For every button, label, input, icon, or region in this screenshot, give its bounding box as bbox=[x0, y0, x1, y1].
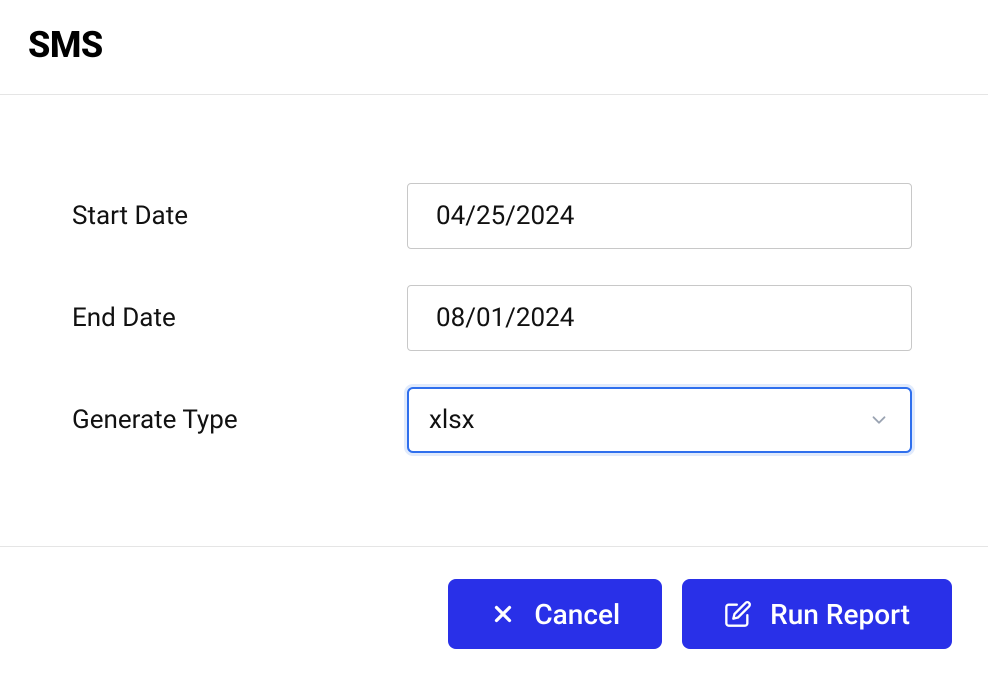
page-title: SMS bbox=[28, 24, 960, 66]
generate-type-label: Generate Type bbox=[72, 405, 407, 435]
footer-actions: Cancel Run Report bbox=[0, 546, 988, 681]
generate-type-row: Generate Type xlsx bbox=[72, 387, 916, 453]
generate-type-value: xlsx bbox=[429, 405, 868, 435]
cancel-button[interactable]: Cancel bbox=[448, 579, 662, 649]
run-report-button[interactable]: Run Report bbox=[682, 579, 952, 649]
report-form: Start Date End Date Generate Type xlsx bbox=[0, 95, 988, 549]
edit-icon bbox=[724, 600, 752, 628]
run-report-button-label: Run Report bbox=[770, 598, 910, 631]
start-date-row: Start Date bbox=[72, 183, 916, 249]
chevron-down-icon bbox=[868, 409, 890, 431]
start-date-label: Start Date bbox=[72, 201, 407, 231]
end-date-row: End Date bbox=[72, 285, 916, 351]
cancel-button-label: Cancel bbox=[534, 598, 620, 631]
generate-type-select[interactable]: xlsx bbox=[407, 387, 912, 453]
start-date-input[interactable] bbox=[407, 183, 912, 249]
end-date-input[interactable] bbox=[407, 285, 912, 351]
page-header: SMS bbox=[0, 0, 988, 95]
end-date-label: End Date bbox=[72, 303, 407, 333]
close-icon bbox=[490, 601, 516, 627]
